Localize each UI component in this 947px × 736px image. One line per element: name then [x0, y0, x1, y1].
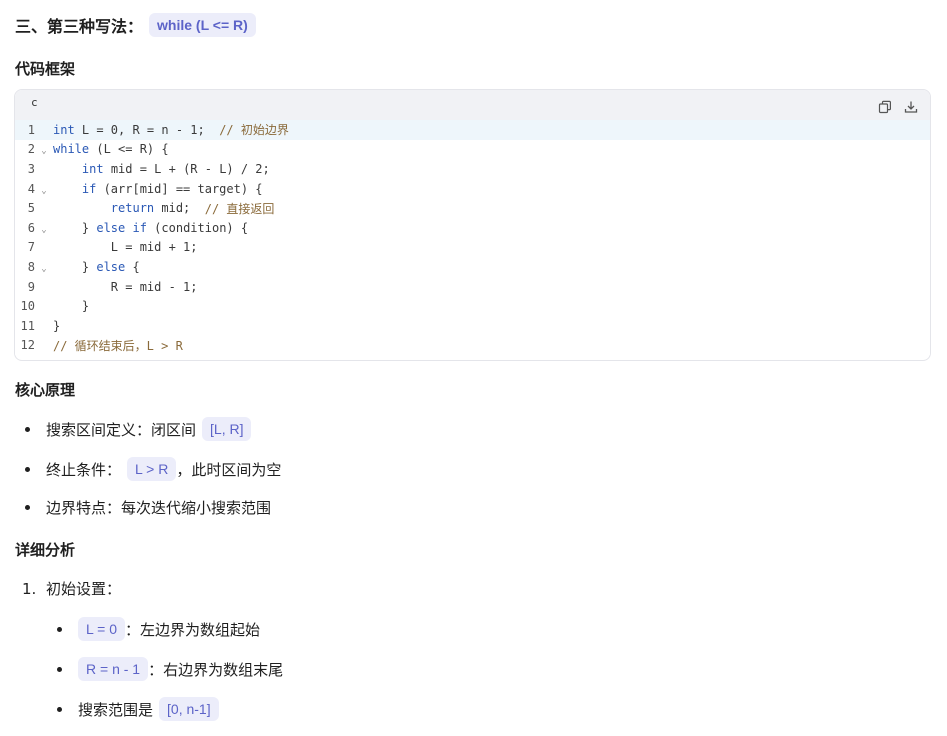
- sub-item-text: 搜索范围是: [78, 700, 154, 719]
- fold-gutter: [35, 206, 53, 210]
- inline-code: L > R: [127, 457, 177, 481]
- code-header: c: [15, 90, 930, 120]
- list-item: 边界特点：每次迭代缩小搜索范围: [25, 497, 271, 518]
- ordered-text: 初始设置：: [46, 580, 122, 598]
- code-line[interactable]: 6 ⌄ } else if (condition) {: [15, 218, 930, 238]
- fold-gutter: [35, 285, 53, 289]
- framework-heading: 代码框架: [15, 60, 76, 78]
- line-number: 11: [20, 318, 35, 333]
- code-line[interactable]: 7 L = mid + 1;: [15, 238, 930, 258]
- fold-gutter: [35, 245, 53, 249]
- fold-chevron-icon[interactable]: ⌄: [35, 221, 53, 235]
- fold-gutter: [35, 304, 53, 308]
- code-comment: // 循环结束后，L > R: [53, 338, 183, 353]
- code-line[interactable]: 2 ⌄ while (L <= R) {: [15, 140, 930, 160]
- code-text: if (arr[mid] == target) {: [81, 181, 263, 196]
- inline-code: [L, R]: [202, 417, 252, 441]
- download-icon[interactable]: [904, 100, 918, 114]
- code-line[interactable]: 10 }: [15, 296, 930, 316]
- fold-chevron-icon[interactable]: ⌄: [35, 260, 53, 274]
- list-item-text: 终止条件：: [46, 460, 122, 479]
- fold-gutter: [35, 343, 53, 347]
- list-item-text: 搜索区间定义：闭区间: [46, 420, 197, 439]
- list-item: 搜索区间定义：闭区间 [L, R]: [25, 417, 252, 441]
- inline-code: R = n - 1: [78, 657, 149, 681]
- code-comment: // 直接返回: [204, 201, 275, 216]
- sub-item-text: ：左边界为数组起始: [125, 620, 261, 639]
- code-comment: // 初始边界: [219, 123, 289, 138]
- code-line[interactable]: 1 int L = 0, R = n - 1; // 初始边界: [15, 120, 930, 140]
- analysis-heading: 详细分析: [15, 541, 76, 559]
- line-number: 9: [27, 279, 35, 294]
- line-number: 7: [27, 240, 35, 255]
- code-text: L = mid + 1;: [53, 240, 198, 255]
- code-line[interactable]: 9 R = mid - 1;: [15, 277, 930, 297]
- inline-code: L = 0: [78, 617, 126, 641]
- code-text: }: [53, 318, 61, 333]
- line-number: 12: [20, 338, 35, 353]
- line-number: 6: [27, 220, 35, 235]
- fold-gutter: [35, 128, 53, 132]
- fold-chevron-icon[interactable]: ⌄: [35, 142, 53, 156]
- list-item-suffix: ，此时区间为空: [176, 460, 282, 479]
- bullet-dot: [57, 706, 62, 712]
- sub-list-item: L = 0 ：左边界为数组起始: [57, 617, 260, 641]
- code-text: R = mid - 1;: [53, 279, 198, 294]
- code-text: while (L <= R) {: [53, 142, 169, 157]
- code-line[interactable]: 11}: [15, 316, 930, 336]
- inline-code: [0, n-1]: [159, 697, 219, 721]
- copy-icon[interactable]: [878, 100, 892, 114]
- ordered-item: 1. 初始设置：: [22, 578, 121, 599]
- list-item-text: 边界特点：每次迭代缩小搜索范围: [46, 499, 272, 517]
- code-toolbar: [878, 100, 918, 114]
- sub-item-text: ：右边界为数组末尾: [148, 660, 284, 679]
- sub-list-item: R = n - 1 ：右边界为数组末尾: [57, 657, 283, 681]
- code-text: int mid = L + (R - L) / 2;: [81, 161, 270, 176]
- code-block: c 1 int L = 0, R = n - 1; // 初始边界 2 ⌄ while …: [14, 89, 931, 361]
- list-item: 终止条件： L > R ，此时区间为空: [25, 457, 281, 481]
- line-number: 1: [27, 122, 35, 137]
- code-language-label: c: [31, 96, 38, 109]
- code-line[interactable]: 8 ⌄ } else {: [15, 257, 930, 277]
- bullet-dot: [57, 666, 62, 672]
- section-title: 三、第三种写法： while (L <= R): [15, 13, 256, 37]
- title-inline-code: while (L <= R): [149, 13, 256, 37]
- code-text: } else {: [53, 259, 140, 274]
- bullet-dot: [25, 426, 30, 432]
- ordered-number: 1.: [22, 579, 37, 598]
- line-number: 8: [27, 259, 35, 274]
- line-number: 4: [27, 181, 35, 196]
- sub-list-item: 搜索范围是 [0, n-1]: [57, 697, 219, 721]
- line-number: 10: [20, 299, 35, 314]
- principle-heading: 核心原理: [15, 381, 76, 399]
- bullet-dot: [25, 505, 30, 510]
- code-lines[interactable]: 1 int L = 0, R = n - 1; // 初始边界 2 ⌄ while (L…: [15, 120, 930, 356]
- code-line[interactable]: 12 // 循环结束后，L > R: [15, 336, 930, 356]
- fold-gutter: [35, 167, 53, 171]
- section-title-text: 三、第三种写法：: [15, 17, 144, 36]
- bullet-dot: [57, 626, 62, 632]
- code-line[interactable]: 3 int mid = L + (R - L) / 2;: [15, 159, 930, 179]
- code-text: }: [53, 299, 90, 314]
- code-line[interactable]: 4 ⌄ if (arr[mid] == target) {: [15, 179, 930, 199]
- line-number: 5: [27, 201, 35, 216]
- fold-chevron-icon[interactable]: ⌄: [35, 182, 53, 196]
- line-number: 2: [27, 142, 35, 157]
- code-text: } else if (condition) {: [53, 220, 249, 235]
- fold-gutter: [35, 324, 53, 328]
- code-text: return mid;: [110, 201, 205, 216]
- bullet-dot: [25, 466, 30, 472]
- line-number: 3: [27, 161, 35, 176]
- code-line[interactable]: 5 return mid; // 直接返回: [15, 198, 930, 218]
- code-text: int L = 0, R = n - 1;: [53, 122, 220, 137]
